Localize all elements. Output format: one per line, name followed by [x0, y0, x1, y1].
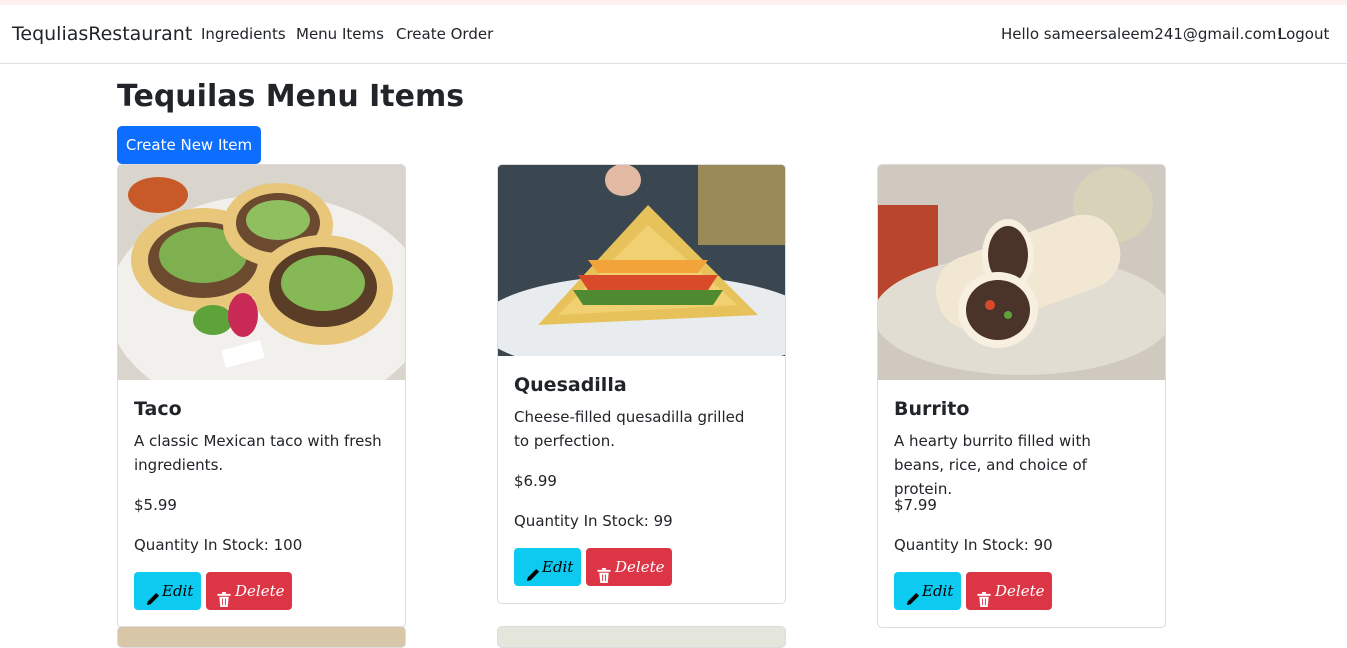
item-name: Quesadilla [514, 374, 627, 396]
edit-button[interactable]: Edit [514, 548, 581, 586]
page-title: Tequilas Menu Items [117, 79, 465, 114]
edit-label: Edit [162, 582, 194, 600]
delete-label: Delete [995, 582, 1045, 600]
navbar-brand[interactable]: TequliasRestaurant [12, 23, 192, 45]
item-stock: Quantity In Stock: 90 [894, 536, 1053, 554]
logout-link[interactable]: Logout [1278, 25, 1329, 43]
burrito-image [878, 165, 1165, 380]
item-name: Burrito [894, 398, 970, 420]
item-stock: Quantity In Stock: 100 [134, 536, 303, 554]
trash-icon [217, 583, 231, 621]
delete-button[interactable]: Delete [966, 572, 1052, 610]
nav-link-ingredients[interactable]: Ingredients [201, 25, 286, 43]
item-price: $5.99 [134, 496, 177, 514]
trash-icon [977, 583, 991, 621]
menu-item-card: Taco A classic Mexican taco with fresh i… [117, 164, 406, 628]
nav-link-menu-items[interactable]: Menu Items [296, 25, 384, 43]
create-new-item-button[interactable]: Create New Item [117, 126, 261, 164]
delete-button[interactable]: Delete [206, 572, 292, 610]
item-price: $7.99 [894, 496, 937, 514]
item-stock: Quantity In Stock: 99 [514, 512, 673, 530]
navbar: TequliasRestaurant Ingredients Menu Item… [0, 5, 1347, 64]
pencil-icon [525, 559, 540, 597]
menu-item-card: Quesadilla Cheese-filled quesadilla gril… [497, 164, 786, 604]
menu-item-card-partial [117, 626, 406, 648]
item-name: Taco [134, 398, 182, 420]
edit-button[interactable]: Edit [134, 572, 201, 610]
item-description: A hearty burrito filled with beans, rice… [894, 432, 1091, 498]
item-description: A classic Mexican taco with fresh ingred… [134, 432, 382, 474]
item-description: Cheese-filled quesadilla grilled to perf… [514, 408, 745, 450]
taco-image [118, 165, 405, 380]
menu-item-card-partial [497, 626, 786, 648]
pencil-icon [145, 583, 160, 621]
edit-button[interactable]: Edit [894, 572, 961, 610]
edit-label: Edit [542, 558, 574, 576]
pencil-icon [905, 583, 920, 621]
item-price: $6.99 [514, 472, 557, 490]
trash-icon [597, 559, 611, 597]
quesadilla-image [498, 165, 785, 356]
user-greeting: Hello sameersaleem241@gmail.com! [1001, 25, 1283, 43]
delete-button[interactable]: Delete [586, 548, 672, 586]
menu-item-card: Burrito A hearty burrito filled with bea… [877, 164, 1166, 628]
nav-link-create-order[interactable]: Create Order [396, 25, 493, 43]
delete-label: Delete [235, 582, 285, 600]
delete-label: Delete [615, 558, 665, 576]
edit-label: Edit [922, 582, 954, 600]
